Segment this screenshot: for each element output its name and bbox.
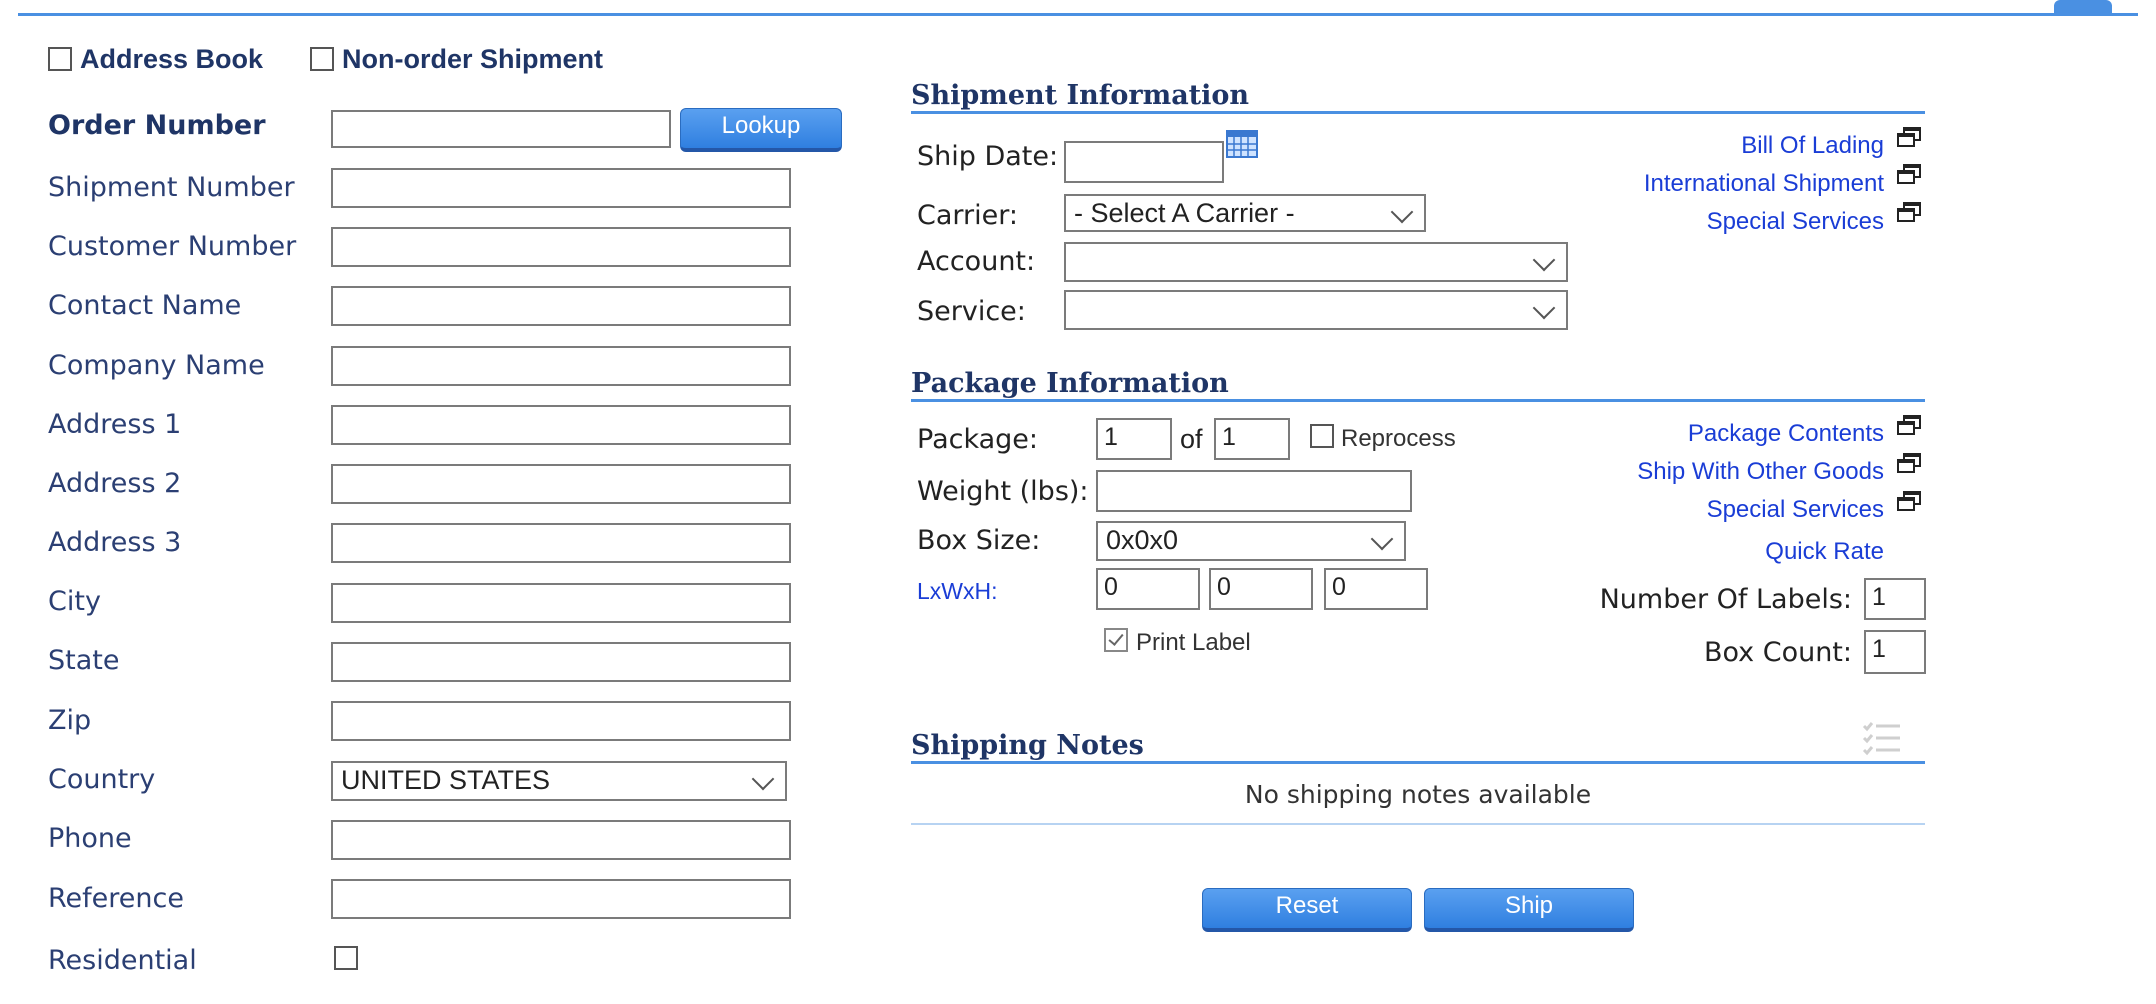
non-order-shipment-label: Non-order Shipment xyxy=(342,44,603,74)
print-label-label: Print Label xyxy=(1136,629,1251,656)
package-special-services-link[interactable]: Special Services xyxy=(1707,496,1884,524)
non-order-shipment-checkbox[interactable] xyxy=(310,47,334,71)
residential-label: Residential xyxy=(48,945,197,976)
weight-label: Weight (lbs): xyxy=(917,476,1089,507)
number-of-labels-input[interactable]: 1 xyxy=(1864,578,1926,620)
package-total-input[interactable]: 1 xyxy=(1214,418,1290,460)
city-input[interactable] xyxy=(331,583,791,623)
address1-label: Address 1 xyxy=(48,409,182,440)
customer-number-input[interactable] xyxy=(331,227,791,267)
zip-label: Zip xyxy=(48,705,92,736)
address3-label: Address 3 xyxy=(48,527,182,558)
popup-window-icon[interactable] xyxy=(1896,163,1922,185)
header-corner-tab[interactable] xyxy=(2054,0,2112,13)
address-book-label: Address Book xyxy=(80,44,264,74)
carrier-label: Carrier: xyxy=(917,200,1018,231)
weight-input[interactable] xyxy=(1096,470,1412,512)
length-input[interactable]: 0 xyxy=(1096,568,1200,610)
shipping-notes-title: Shipping Notes xyxy=(911,730,1144,761)
box-size-select[interactable]: 0x0x0 xyxy=(1096,521,1406,561)
carrier-select-value: - Select A Carrier - xyxy=(1074,198,1295,228)
country-select-value: UNITED STATES xyxy=(341,765,551,795)
popup-window-icon[interactable] xyxy=(1896,414,1922,436)
phone-label: Phone xyxy=(48,823,132,854)
ship-date-input[interactable] xyxy=(1064,141,1224,183)
popup-window-icon[interactable] xyxy=(1896,490,1922,512)
customer-number-label: Customer Number xyxy=(48,231,297,262)
shipment-special-services-link[interactable]: Special Services xyxy=(1707,208,1884,236)
state-input[interactable] xyxy=(331,642,791,682)
package-info-title: Package Information xyxy=(911,368,1229,399)
reference-input[interactable] xyxy=(331,879,791,919)
package-info-divider xyxy=(911,399,1925,402)
residential-checkbox[interactable] xyxy=(334,946,358,970)
shipment-number-label: Shipment Number xyxy=(48,172,295,203)
order-number-label: Order Number xyxy=(48,110,266,141)
city-label: City xyxy=(48,586,101,617)
zip-input[interactable] xyxy=(331,701,791,741)
print-label-checkbox[interactable] xyxy=(1104,628,1128,652)
contact-name-label: Contact Name xyxy=(48,290,242,321)
box-count-label: Box Count: xyxy=(1703,637,1852,668)
box-count-input[interactable]: 1 xyxy=(1864,630,1926,674)
chevron-down-icon xyxy=(1390,200,1414,224)
company-name-label: Company Name xyxy=(48,350,265,381)
quick-rate-link[interactable]: Quick Rate xyxy=(1765,538,1884,566)
phone-input[interactable] xyxy=(331,820,791,860)
contact-name-input[interactable] xyxy=(331,286,791,326)
popup-window-icon[interactable] xyxy=(1896,126,1922,148)
popup-window-icon[interactable] xyxy=(1896,201,1922,223)
ship-with-other-goods-link[interactable]: Ship With Other Goods xyxy=(1637,458,1884,486)
calendar-icon[interactable] xyxy=(1226,130,1258,158)
shipping-notes-empty: No shipping notes available xyxy=(1244,780,1592,809)
company-name-input[interactable] xyxy=(331,346,791,386)
reference-label: Reference xyxy=(48,883,184,914)
address2-label: Address 2 xyxy=(48,468,182,499)
reset-button[interactable]: Reset xyxy=(1202,888,1412,932)
ship-button[interactable]: Ship xyxy=(1424,888,1634,932)
reprocess-label: Reprocess xyxy=(1341,425,1456,452)
bill-of-lading-link[interactable]: Bill Of Lading xyxy=(1741,132,1884,160)
order-number-input[interactable] xyxy=(331,110,671,148)
package-contents-link[interactable]: Package Contents xyxy=(1688,420,1884,448)
chevron-down-icon xyxy=(1370,527,1394,551)
address3-input[interactable] xyxy=(331,523,791,563)
shipment-info-divider xyxy=(911,111,1925,114)
shipping-notes-bottom-divider xyxy=(911,823,1925,825)
package-label: Package: xyxy=(917,424,1039,455)
package-of-label: of xyxy=(1180,424,1203,454)
country-select[interactable]: UNITED STATES xyxy=(331,761,787,801)
package-number-input[interactable]: 1 xyxy=(1096,418,1172,460)
address2-input[interactable] xyxy=(331,464,791,504)
box-size-select-value: 0x0x0 xyxy=(1106,525,1179,555)
shipment-info-title: Shipment Information xyxy=(911,80,1250,111)
lxwxh-link[interactable]: LxWxH: xyxy=(917,578,998,605)
box-size-label: Box Size: xyxy=(917,525,1041,556)
country-label: Country xyxy=(48,764,156,795)
address1-input[interactable] xyxy=(331,405,791,445)
height-input[interactable]: 0 xyxy=(1324,568,1428,610)
ship-date-label: Ship Date: xyxy=(917,141,1059,172)
number-of-labels-label: Number Of Labels: xyxy=(1599,584,1852,615)
width-input[interactable]: 0 xyxy=(1209,568,1313,610)
state-label: State xyxy=(48,645,120,676)
header-divider xyxy=(18,13,2138,16)
checklist-icon[interactable] xyxy=(1862,720,1902,756)
chevron-down-icon xyxy=(1532,248,1556,272)
international-shipment-link[interactable]: International Shipment xyxy=(1644,170,1884,198)
address-book-checkbox[interactable] xyxy=(48,47,72,71)
lookup-button[interactable]: Lookup xyxy=(680,108,842,152)
service-select[interactable] xyxy=(1064,290,1568,330)
reprocess-checkbox[interactable] xyxy=(1310,424,1334,448)
account-label: Account: xyxy=(917,246,1036,277)
popup-window-icon[interactable] xyxy=(1896,452,1922,474)
carrier-select[interactable]: - Select A Carrier - xyxy=(1064,194,1426,232)
shipping-notes-divider xyxy=(911,761,1925,764)
chevron-down-icon xyxy=(1532,296,1556,320)
service-label: Service: xyxy=(917,296,1026,327)
chevron-down-icon xyxy=(751,767,775,791)
shipment-number-input[interactable] xyxy=(331,168,791,208)
account-select[interactable] xyxy=(1064,242,1568,282)
